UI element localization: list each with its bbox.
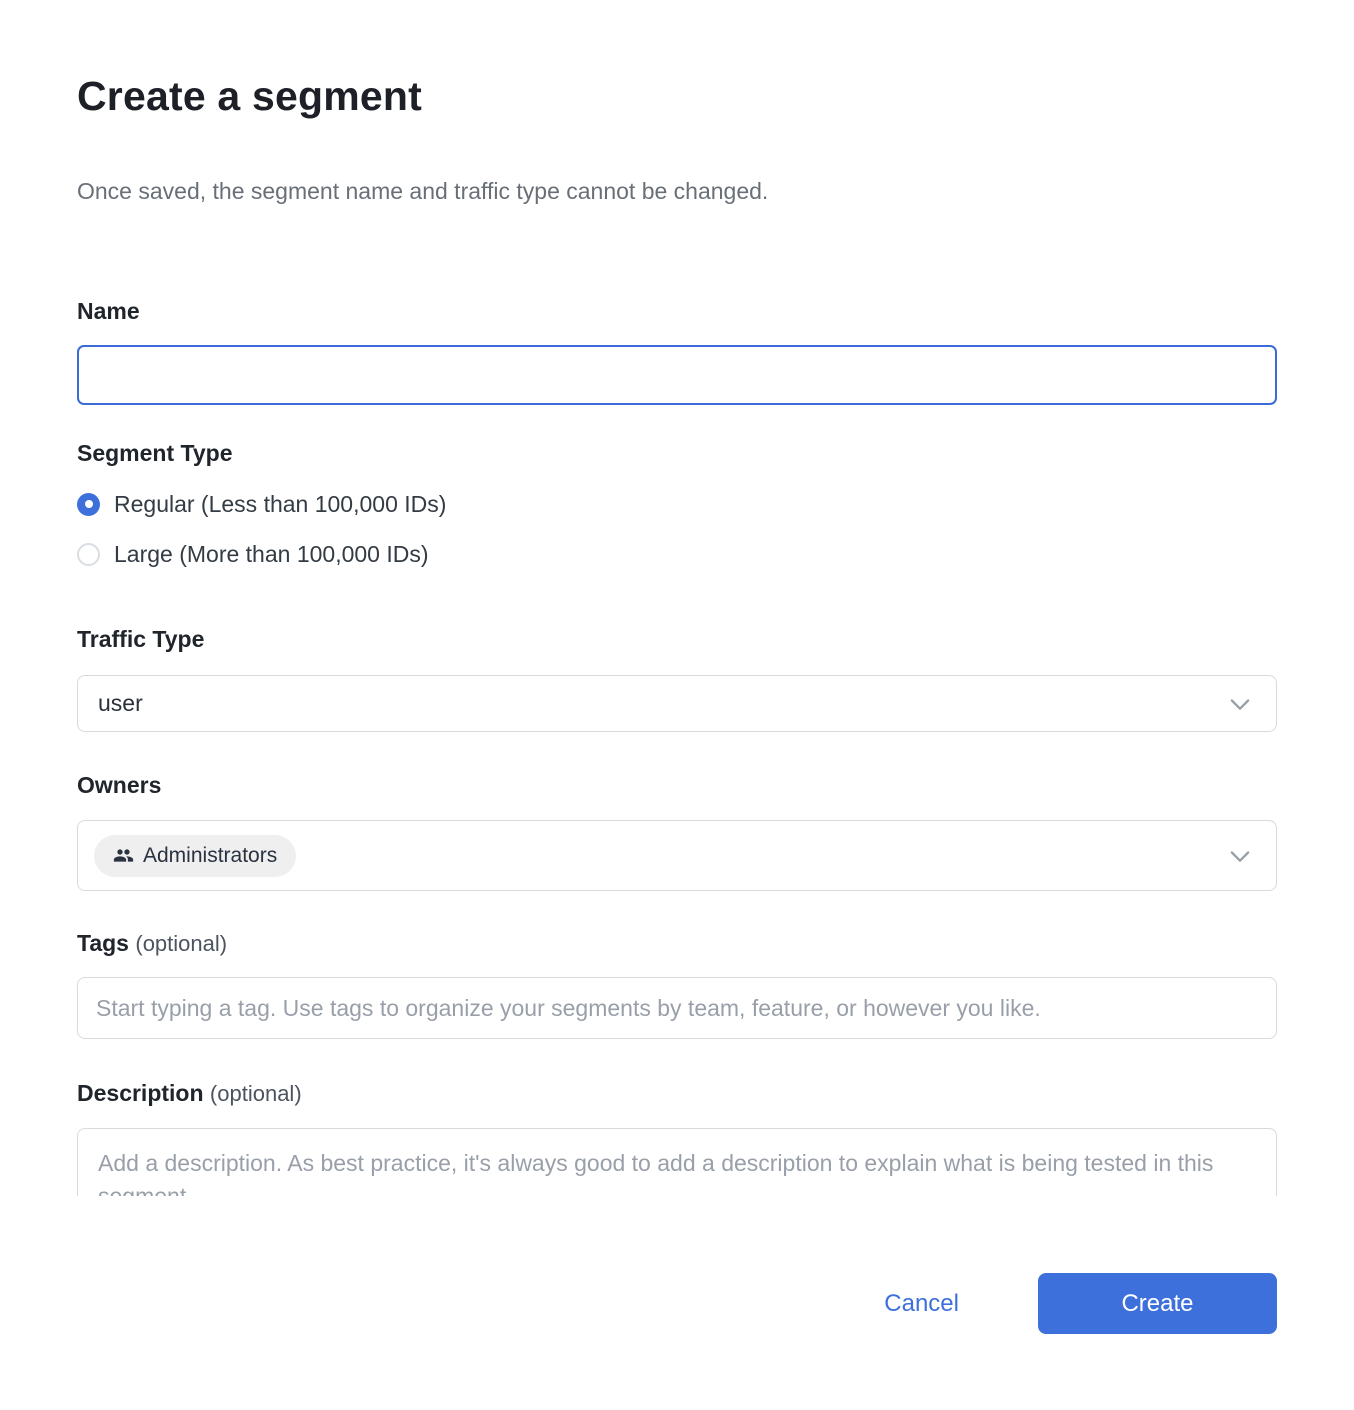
- tags-optional-label: (optional): [135, 931, 227, 956]
- description-clip-region: [77, 1128, 1277, 1196]
- tags-label-text: Tags: [77, 930, 129, 956]
- radio-unselected-icon[interactable]: [77, 543, 100, 566]
- description-label: Description (optional): [77, 1080, 1277, 1107]
- owners-select[interactable]: Administrators: [77, 820, 1277, 891]
- description-optional-label: (optional): [210, 1081, 302, 1106]
- chevron-down-icon: [1226, 842, 1254, 870]
- name-input[interactable]: [77, 345, 1277, 405]
- cancel-button[interactable]: Cancel: [884, 1290, 959, 1318]
- traffic-type-select[interactable]: user: [77, 675, 1277, 732]
- radio-selected-icon[interactable]: [77, 493, 100, 516]
- dialog-subtitle: Once saved, the segment name and traffic…: [77, 177, 1277, 205]
- owner-chip-label: Administrators: [143, 844, 277, 868]
- radio-label: Regular (Less than 100,000 IDs): [114, 490, 446, 518]
- segment-type-label: Segment Type: [77, 440, 1277, 467]
- description-textarea[interactable]: [77, 1128, 1277, 1196]
- people-icon: [113, 845, 134, 866]
- segment-type-option-regular[interactable]: Regular (Less than 100,000 IDs): [77, 490, 1277, 518]
- create-button[interactable]: Create: [1038, 1273, 1277, 1334]
- dialog-footer: Cancel Create: [77, 1273, 1277, 1334]
- tags-label: Tags (optional): [77, 930, 1277, 957]
- tags-input[interactable]: [77, 977, 1277, 1039]
- description-label-text: Description: [77, 1080, 204, 1106]
- name-label: Name: [77, 298, 1277, 325]
- page-title: Create a segment: [77, 72, 1277, 121]
- segment-type-option-large[interactable]: Large (More than 100,000 IDs): [77, 540, 1277, 568]
- traffic-type-value: user: [98, 690, 143, 717]
- owners-label: Owners: [77, 772, 1277, 799]
- create-segment-dialog: Create a segment Once saved, the segment…: [0, 0, 1354, 1334]
- chevron-down-icon: [1226, 690, 1254, 718]
- owner-chip-administrators[interactable]: Administrators: [94, 835, 296, 877]
- radio-label: Large (More than 100,000 IDs): [114, 540, 429, 568]
- traffic-type-label: Traffic Type: [77, 626, 1277, 653]
